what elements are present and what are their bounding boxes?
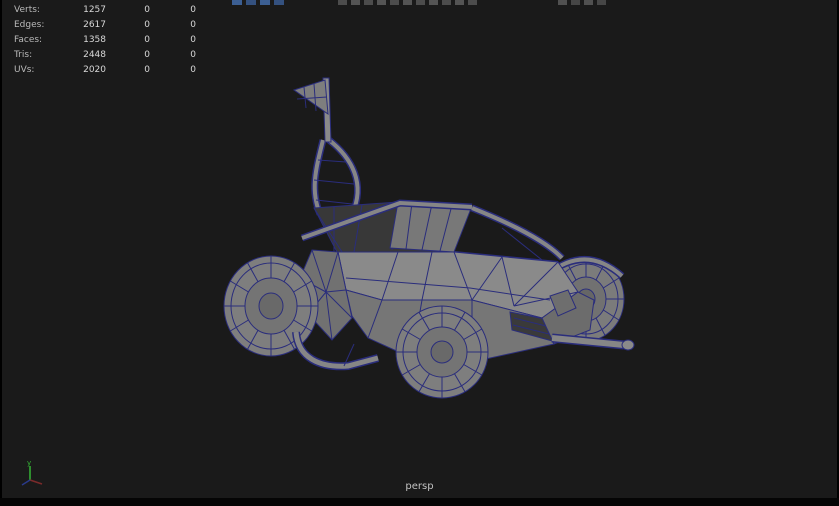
hud-label: Faces:: [14, 33, 76, 48]
hud-value-total: 1257: [76, 3, 106, 18]
hud-value-col3: 0: [150, 63, 196, 78]
hud-value-col3: 0: [150, 33, 196, 48]
toolbar-icon-fragment[interactable]: [260, 0, 270, 5]
toolbar-icon-fragment[interactable]: [416, 0, 425, 5]
toolbar-icon-fragment[interactable]: [246, 0, 256, 5]
toolbar-icon-fragment[interactable]: [403, 0, 412, 5]
hud-value-col3: 0: [150, 18, 196, 33]
hud-row-verts: Verts: 1257 0 0: [14, 3, 196, 18]
toolbar-icon-fragment[interactable]: [377, 0, 386, 5]
perspective-viewport[interactable]: Verts: 1257 0 0 Edges: 2617 0 0 Faces: 1…: [2, 0, 837, 498]
toolbar-icon-fragment[interactable]: [442, 0, 451, 5]
hud-row-faces: Faces: 1358 0 0: [14, 33, 196, 48]
hud-value-total: 1358: [76, 33, 106, 48]
wheel-rear-left: [224, 256, 318, 356]
hud-label: Verts:: [14, 3, 76, 18]
hud-value-col2: 0: [106, 18, 150, 33]
exhaust-bar: [552, 338, 634, 350]
toolbar-icon-fragment[interactable]: [571, 0, 580, 5]
hud-row-uvs: UVs: 2020 0 0: [14, 63, 196, 78]
toolbar-icon-fragment[interactable]: [338, 0, 347, 5]
hud-value-col2: 0: [106, 48, 150, 63]
toolbar-icon-fragment[interactable]: [274, 0, 284, 5]
wireframe-model-buggy[interactable]: [224, 78, 634, 398]
toolbar-icon-fragment[interactable]: [429, 0, 438, 5]
hud-label: Tris:: [14, 48, 76, 63]
toolbar-icon-fragment[interactable]: [390, 0, 399, 5]
wheel-front: [396, 306, 488, 398]
toolbar-icon-fragment[interactable]: [455, 0, 464, 5]
antenna-loop: [314, 140, 358, 214]
hud-value-col2: 0: [106, 3, 150, 18]
poly-count-hud: Verts: 1257 0 0 Edges: 2617 0 0 Faces: 1…: [14, 3, 196, 78]
hud-value-total: 2448: [76, 48, 106, 63]
hud-value-total: 2617: [76, 18, 106, 33]
toolbar-icon-fragment[interactable]: [584, 0, 593, 5]
hud-value-col3: 0: [150, 48, 196, 63]
hud-value-total: 2020: [76, 63, 106, 78]
y-axis-label: y: [27, 459, 31, 467]
hud-value-col2: 0: [106, 63, 150, 78]
hud-label: UVs:: [14, 63, 76, 78]
toolbar-icon-fragment[interactable]: [597, 0, 606, 5]
hud-value-col2: 0: [106, 33, 150, 48]
hud-label: Edges:: [14, 18, 76, 33]
flag: [294, 78, 331, 142]
toolbar-icon-fragment[interactable]: [351, 0, 360, 5]
toolbar-icon-fragment[interactable]: [558, 0, 567, 5]
camera-name-label: persp: [2, 481, 837, 492]
window-bottom-edge: [0, 498, 839, 506]
hud-row-tris: Tris: 2448 0 0: [14, 48, 196, 63]
toolbar-icon-fragment[interactable]: [364, 0, 373, 5]
toolbar-icon-fragment[interactable]: [232, 0, 242, 5]
hud-row-edges: Edges: 2617 0 0: [14, 18, 196, 33]
hud-value-col3: 0: [150, 3, 196, 18]
toolbar-icon-fragment[interactable]: [468, 0, 477, 5]
